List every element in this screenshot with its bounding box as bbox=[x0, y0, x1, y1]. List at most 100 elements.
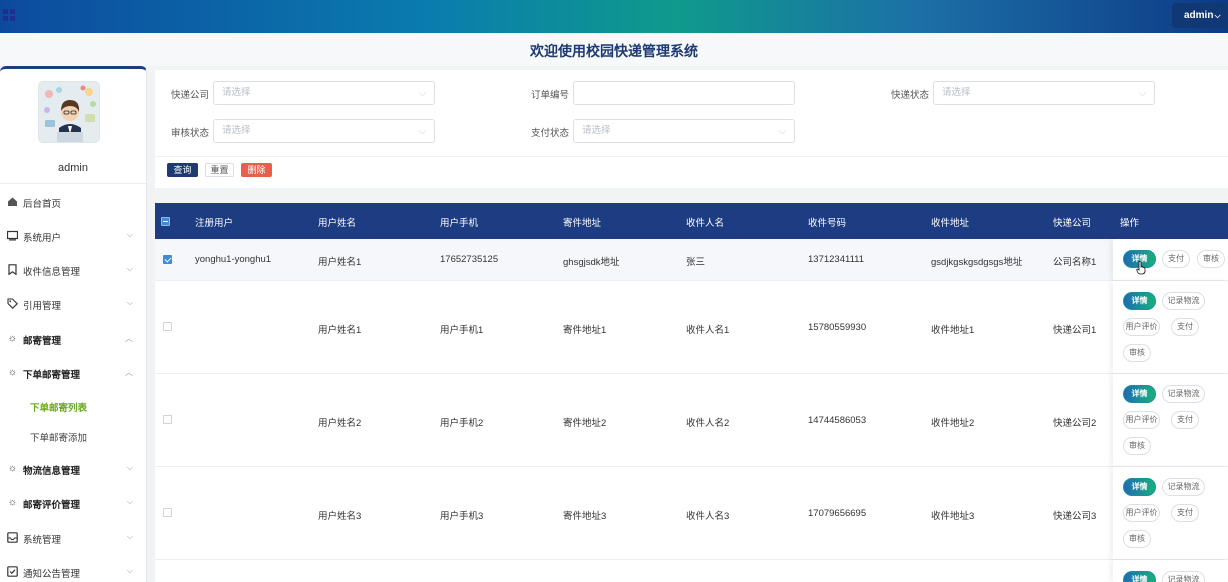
divider bbox=[155, 156, 1228, 157]
table-row[interactable]: 用户姓名3 用户手机3 寄件地址3 收件人名3 17079656695 收件地址… bbox=[155, 467, 1228, 560]
table-row[interactable]: yonghu1-yonghu1 用户姓名1 17652735125 ghsgjs… bbox=[155, 239, 1228, 281]
audit-button[interactable]: 审核 bbox=[1197, 250, 1225, 268]
data-table: 注册用户 用户姓名 用户手机 寄件地址 收件人名 收件号码 收件地址 快递公司 … bbox=[155, 203, 1228, 582]
title-bar: 欢迎使用校园快递管理系统 bbox=[0, 33, 1228, 66]
sidebar-item-label: 系统管理 bbox=[23, 535, 62, 546]
table-row[interactable]: 详情 记录物流 bbox=[155, 560, 1228, 582]
column-header: 操作 bbox=[1120, 218, 1140, 229]
column-header: 收件号码 bbox=[808, 218, 847, 229]
sidebar-item-home[interactable]: 后台首页 bbox=[0, 188, 146, 216]
audit-button[interactable]: 审核 bbox=[1123, 530, 1151, 548]
table-cell: 用户姓名1 bbox=[318, 257, 362, 268]
table-cell: 14744586053 bbox=[808, 415, 867, 426]
chevron-down-icon: ⌵ bbox=[419, 88, 426, 98]
reset-button[interactable]: 重置 bbox=[205, 163, 234, 177]
review-button[interactable]: 用户评价 bbox=[1123, 411, 1160, 429]
divider bbox=[0, 183, 146, 184]
column-header: 注册用户 bbox=[195, 218, 234, 229]
sidebar-username: admin bbox=[58, 162, 88, 174]
delete-button[interactable]: 删除 bbox=[241, 163, 272, 177]
detail-button[interactable]: 详情 bbox=[1123, 571, 1156, 582]
review-button[interactable]: 用户评价 bbox=[1123, 504, 1160, 522]
row-checkbox[interactable] bbox=[163, 322, 172, 331]
sidebar-item-review[interactable]: ☼ 邮寄评价管理 ⌵ bbox=[0, 489, 146, 517]
sun-icon: ☼ bbox=[7, 367, 18, 378]
select-placeholder: 请选择 bbox=[222, 125, 251, 136]
pay-status-select[interactable]: 请选择 ⌵ bbox=[573, 119, 795, 143]
row-actions: 详情 记录物流 bbox=[1113, 560, 1228, 582]
logistics-button[interactable]: 记录物流 bbox=[1162, 292, 1205, 310]
avatar-image bbox=[39, 82, 99, 142]
table-row[interactable]: 用户姓名1 用户手机1 寄件地址1 收件人名1 15780559930 收件地址… bbox=[155, 281, 1228, 374]
detail-button[interactable]: 详情 bbox=[1123, 385, 1156, 403]
query-button[interactable]: 查询 bbox=[167, 163, 198, 177]
express-company-label: 快递公司 bbox=[171, 90, 210, 101]
detail-button[interactable]: 详情 bbox=[1123, 292, 1156, 310]
audit-button[interactable]: 审核 bbox=[1123, 344, 1151, 362]
avatar[interactable] bbox=[38, 81, 100, 143]
table-cell: 17079656695 bbox=[808, 508, 867, 519]
table-cell: 收件地址2 bbox=[931, 418, 975, 429]
sidebar-item-label: 下单邮寄管理 bbox=[23, 370, 81, 381]
chevron-down-icon: ⌵ bbox=[126, 264, 133, 273]
pay-status-label: 支付状态 bbox=[531, 128, 570, 139]
express-status-select[interactable]: 请选择 ⌵ bbox=[933, 81, 1155, 105]
chevron-down-icon: ⌵ bbox=[126, 532, 133, 541]
table-cell: 用户手机1 bbox=[440, 325, 484, 336]
pay-button[interactable]: 支付 bbox=[1171, 411, 1199, 429]
select-all-checkbox[interactable] bbox=[161, 217, 170, 226]
sidebar-item-mail[interactable]: ☼ 邮寄管理 ︿ bbox=[0, 325, 146, 353]
express-status-label: 快递状态 bbox=[891, 90, 930, 101]
logistics-button[interactable]: 记录物流 bbox=[1162, 478, 1205, 496]
table-cell: gsdjkgskgsdgsgs地址 bbox=[931, 257, 1023, 268]
search-panel: 快递公司 请选择 ⌵ 订单编号 快递状态 请选择 ⌵ 审核状态 请选择 ⌵ 支付状态 … bbox=[155, 70, 1228, 188]
sidebar-item-reference[interactable]: 引用管理 ⌵ bbox=[0, 290, 146, 318]
table-cell: 快递公司2 bbox=[1053, 418, 1097, 429]
order-number-label: 订单编号 bbox=[531, 90, 570, 101]
table-row[interactable]: 用户姓名2 用户手机2 寄件地址2 收件人名2 14744586053 收件地址… bbox=[155, 374, 1228, 467]
sidebar-item-notice[interactable]: 通知公告管理 ⌵ bbox=[0, 558, 146, 582]
review-button[interactable]: 用户评价 bbox=[1123, 318, 1160, 336]
table-cell: 寄件地址1 bbox=[563, 325, 607, 336]
monitor-icon bbox=[6, 230, 19, 241]
audit-status-select[interactable]: 请选择 ⌵ bbox=[213, 119, 435, 143]
chevron-down-icon: ⌵ bbox=[126, 463, 133, 472]
column-header: 寄件地址 bbox=[563, 218, 602, 229]
admin-label: admin bbox=[1184, 10, 1214, 21]
pay-button[interactable]: 支付 bbox=[1171, 504, 1199, 522]
sun-icon: ☼ bbox=[7, 497, 18, 508]
row-checkbox[interactable] bbox=[163, 508, 172, 517]
chevron-down-icon: ⌵ bbox=[126, 497, 133, 506]
chevron-down-icon: ⌵ bbox=[1139, 88, 1146, 98]
pay-button[interactable]: 支付 bbox=[1162, 250, 1190, 268]
sidebar-item-system-users[interactable]: 系统用户 ⌵ bbox=[0, 222, 146, 250]
sidebar-item-system-admin[interactable]: 系统管理 ⌵ bbox=[0, 524, 146, 552]
table-cell: 收件地址3 bbox=[931, 511, 975, 522]
sidebar-subitem-order-list[interactable]: 下单邮寄列表 bbox=[0, 392, 146, 420]
sidebar-subitem-order-add[interactable]: 下单邮寄添加 bbox=[0, 422, 146, 450]
sidebar: admin 后台首页 系统用户 ⌵ 收件信息管理 ⌵ 引用管理 ⌵ ☼ 邮寄管理… bbox=[0, 66, 147, 582]
apps-grid-icon[interactable] bbox=[3, 9, 15, 21]
logistics-button[interactable]: 记录物流 bbox=[1162, 385, 1205, 403]
table-header: 注册用户 用户姓名 用户手机 寄件地址 收件人名 收件号码 收件地址 快递公司 … bbox=[155, 203, 1228, 239]
chevron-down-icon: ⌵ bbox=[126, 298, 133, 307]
sidebar-item-receive-info[interactable]: 收件信息管理 ⌵ bbox=[0, 256, 146, 284]
logistics-button[interactable]: 记录物流 bbox=[1162, 571, 1205, 582]
express-company-select[interactable]: 请选择 ⌵ bbox=[213, 81, 435, 105]
sidebar-item-label: 通知公告管理 bbox=[23, 569, 81, 580]
order-number-input[interactable] bbox=[573, 81, 795, 105]
column-header: 快递公司 bbox=[1053, 218, 1092, 229]
row-checkbox[interactable] bbox=[163, 415, 172, 424]
admin-menu-button[interactable]: admin⌵ bbox=[1172, 3, 1228, 28]
audit-button[interactable]: 审核 bbox=[1123, 437, 1151, 455]
sidebar-item-logistics[interactable]: ☼ 物流信息管理 ⌵ bbox=[0, 455, 146, 483]
row-checkbox[interactable] bbox=[163, 255, 172, 264]
home-icon bbox=[7, 196, 18, 207]
sidebar-item-order-mail[interactable]: ☼ 下单邮寄管理 ︿ bbox=[0, 359, 146, 387]
pay-button[interactable]: 支付 bbox=[1171, 318, 1199, 336]
column-header: 收件地址 bbox=[931, 218, 970, 229]
table-cell: 快递公司1 bbox=[1053, 325, 1097, 336]
table-cell: 收件人名1 bbox=[686, 325, 730, 336]
detail-button[interactable]: 详情 bbox=[1123, 478, 1156, 496]
column-header: 用户手机 bbox=[440, 218, 479, 229]
